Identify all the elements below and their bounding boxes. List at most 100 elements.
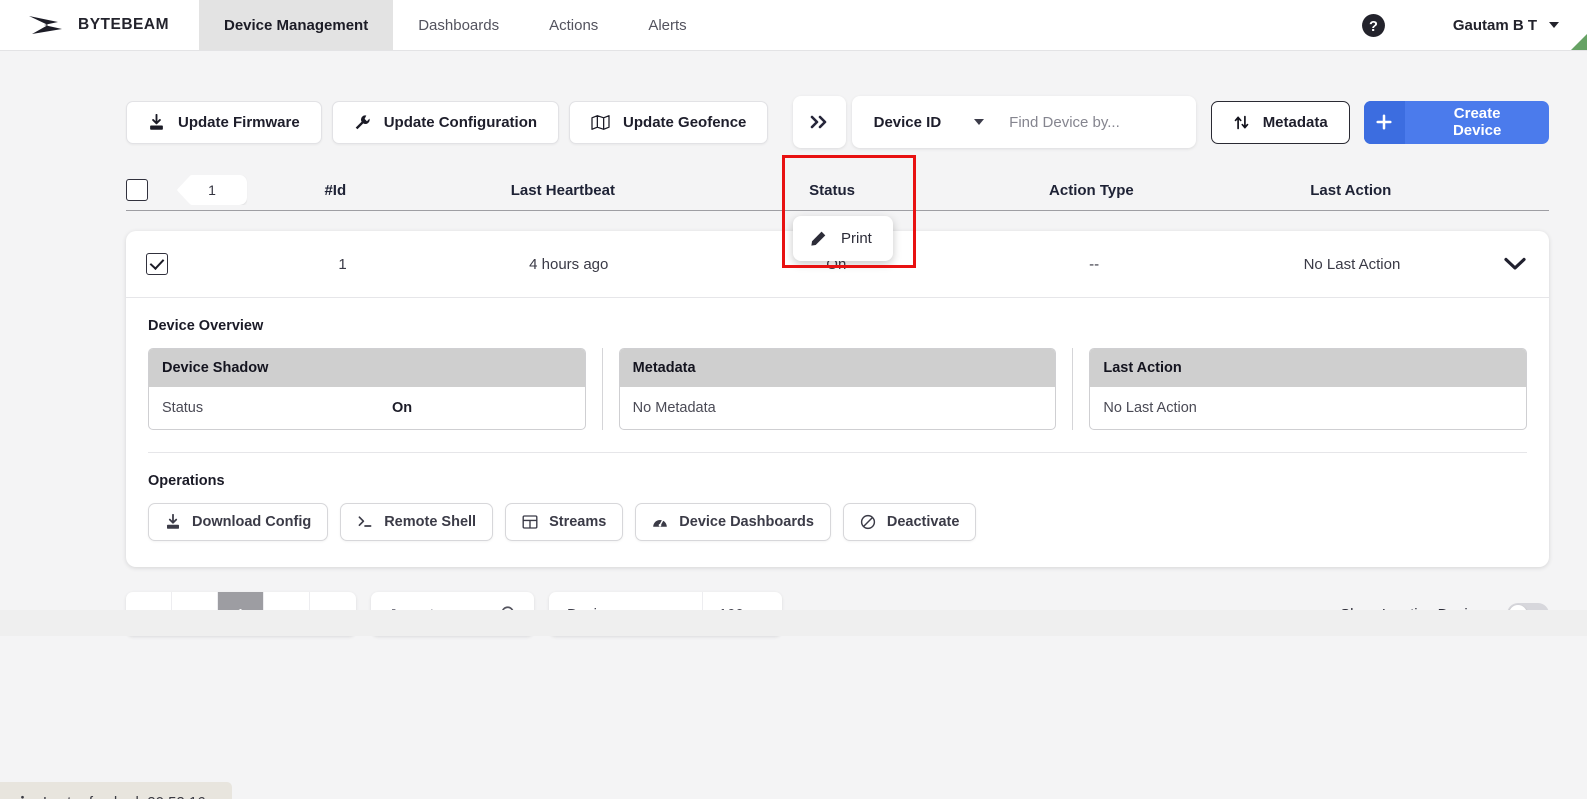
dropdown-item-print-label: Print (841, 230, 872, 247)
nav-item-alerts[interactable]: Alerts (623, 0, 711, 50)
column-header-id[interactable]: #Id (247, 182, 423, 199)
speedometer-icon (652, 514, 668, 530)
column-header-action-type[interactable]: Action Type (962, 182, 1221, 199)
device-shadow-card-title: Device Shadow (149, 349, 585, 387)
download-icon (148, 113, 165, 131)
operations-title: Operations (148, 473, 225, 489)
create-device-label: Create Device (1452, 105, 1502, 139)
device-table-header: 1 #Id Last Heartbeat Status Action Type … (0, 148, 1587, 210)
cell-device-id: 1 (338, 255, 347, 273)
selected-count-badge: 1 (176, 175, 248, 205)
main-nav: Device Management Dashboards Actions Ale… (198, 0, 712, 50)
pencil-icon (810, 230, 827, 247)
operations-section: Operations Download Config Remote Shell … (126, 453, 1549, 567)
search-field-select-value: Device ID (873, 113, 942, 131)
cell-last-heartbeat: 4 hours ago (529, 255, 609, 273)
deactivate-button[interactable]: Deactivate (842, 503, 977, 541)
double-chevron-right-icon (809, 114, 831, 130)
create-device-button[interactable]: Create Device (1363, 100, 1549, 144)
ban-icon (860, 514, 876, 530)
last-action-card-title: Last Action (1090, 349, 1527, 387)
nav-item-actions[interactable]: Actions (524, 0, 623, 50)
device-shadow-status-key: Status (162, 400, 204, 416)
caret-down-icon (974, 119, 985, 125)
metadata-button[interactable]: Metadata (1210, 100, 1350, 144)
row-expand-chevron-down-icon[interactable] (1481, 257, 1549, 271)
deactivate-label: Deactivate (886, 514, 960, 530)
row-select-cell (126, 253, 185, 275)
search-input[interactable] (1009, 113, 1196, 131)
device-search-group: Device ID (851, 96, 1196, 148)
metadata-card-body: No Metadata (632, 400, 716, 416)
update-configuration-label: Update Configuration (383, 113, 538, 131)
cell-action-type: -- (1089, 255, 1100, 273)
operations-buttons: Download Config Remote Shell Streams Dev… (148, 503, 1527, 541)
column-header-last-heartbeat[interactable]: Last Heartbeat (423, 182, 702, 199)
update-configuration-button[interactable]: Update Configuration (331, 100, 560, 144)
cell-last-action: No Last Action (1303, 255, 1401, 273)
terminal-icon (357, 514, 373, 530)
overview-divider (601, 348, 603, 430)
user-name-label: Gautam B T (1452, 16, 1537, 34)
overview-cards-row: Device Shadow Status On Metadata No Meta… (148, 348, 1528, 453)
brand-logo[interactable]: BYTEBEAM (0, 0, 199, 50)
row-checkbox[interactable] (146, 253, 168, 275)
update-firmware-label: Update Firmware (178, 113, 300, 131)
update-firmware-button[interactable]: Update Firmware (126, 100, 322, 144)
dropdown-item-print[interactable]: Print (793, 222, 893, 255)
sort-updown-icon (1233, 114, 1250, 131)
nav-item-device-management[interactable]: Device Management (198, 0, 394, 50)
device-shadow-card-body: Status On (149, 387, 585, 429)
metadata-button-label: Metadata (1262, 113, 1328, 131)
last-refreshed-text: Last refreshed: 20:52:16 (43, 794, 206, 799)
column-header-status[interactable]: Status (702, 182, 961, 199)
last-refreshed-toast: Last refreshed: 20:52:16 (0, 782, 232, 799)
more-actions-button[interactable] (793, 96, 846, 148)
bottom-strip (0, 610, 1587, 636)
last-action-card: Last Action No Last Action (1089, 348, 1528, 430)
device-shadow-card: Device Shadow Status On (148, 348, 586, 430)
streams-button[interactable]: Streams (505, 503, 624, 541)
remote-shell-label: Remote Shell (384, 514, 477, 530)
bytebeam-arrow-logo-icon (28, 12, 66, 38)
streams-label: Streams (549, 514, 607, 530)
device-overview-title: Device Overview (148, 318, 264, 334)
plus-icon (1363, 100, 1406, 144)
device-shadow-status-value: On (392, 400, 413, 416)
download-config-button[interactable]: Download Config (148, 503, 329, 541)
nav-item-dashboards[interactable]: Dashboards (393, 0, 524, 50)
last-action-card-body: No Last Action (1103, 400, 1197, 416)
update-geofence-label: Update Geofence (623, 113, 747, 131)
device-overview-section: Device Overview Device Shadow Status On … (126, 298, 1549, 453)
help-circle-icon[interactable]: ? (1353, 0, 1395, 50)
caret-down-icon (1549, 22, 1559, 28)
map-icon (591, 114, 610, 131)
search-field-select[interactable]: Device ID (852, 96, 1000, 148)
table-header-divider (126, 210, 1549, 211)
column-header-last-action[interactable]: Last Action (1221, 182, 1480, 199)
download-config-label: Download Config (192, 514, 312, 530)
metadata-card: Metadata No Metadata (618, 348, 1057, 430)
overview-divider (1072, 348, 1074, 430)
brand-name: BYTEBEAM (78, 16, 169, 33)
update-geofence-button[interactable]: Update Geofence (569, 100, 769, 144)
green-corner-triangle-icon (1571, 34, 1587, 50)
page-body: Update Firmware Update Configuration Upd… (0, 51, 1587, 799)
device-toolbar: Update Firmware Update Configuration Upd… (0, 51, 1587, 148)
device-dashboards-label: Device Dashboards (679, 514, 814, 530)
top-navigation-bar: BYTEBEAM Device Management Dashboards Ac… (0, 0, 1587, 51)
svg-text:?: ? (1369, 19, 1378, 35)
select-all-checkbox[interactable] (126, 179, 148, 201)
wrench-icon (354, 114, 371, 131)
select-all-cell (126, 179, 185, 201)
remote-shell-button[interactable]: Remote Shell (340, 503, 494, 541)
device-dashboards-button[interactable]: Device Dashboards (635, 503, 831, 541)
table-grid-icon (522, 514, 538, 530)
metadata-card-title: Metadata (619, 349, 1056, 387)
device-detail-card: 1 4 hours ago On -- No Last Action Devic… (126, 231, 1549, 567)
top-bar-right: ? Gautam B T (1353, 0, 1587, 50)
more-actions-dropdown: Print (793, 216, 893, 261)
user-menu[interactable]: Gautam B T (1453, 17, 1559, 34)
download-icon (165, 514, 181, 530)
search-input-wrapper (999, 96, 1196, 148)
